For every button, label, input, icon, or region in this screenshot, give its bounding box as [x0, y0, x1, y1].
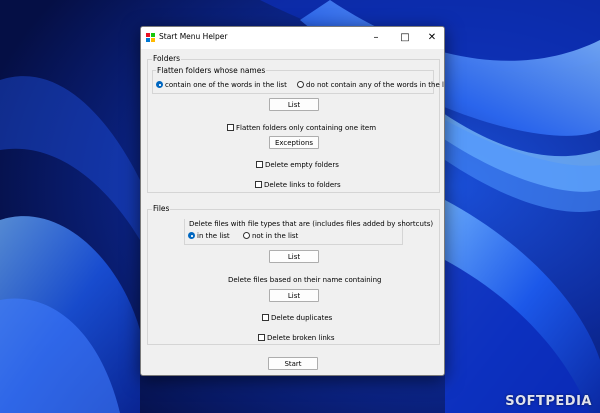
- folders-group: Folders Flatten folders whose names cont…: [147, 54, 444, 193]
- name-list-button[interactable]: List: [269, 289, 319, 302]
- flatten-names-group: Flatten folders whose names contain one …: [152, 66, 444, 94]
- radio-in-list-label: in the list: [197, 232, 230, 240]
- title-bar[interactable]: Start Menu Helper – □ ✕: [141, 27, 444, 49]
- file-types-group: Delete files with file types that are (i…: [184, 219, 433, 245]
- files-group: Files Delete files with file types that …: [147, 204, 440, 345]
- delete-broken-option[interactable]: Delete broken links: [258, 333, 334, 343]
- app-icon: [146, 33, 155, 42]
- radio-not-in-list[interactable]: [243, 232, 250, 239]
- radio-contain[interactable]: [156, 81, 163, 88]
- delete-folder-links-label: Delete links to folders: [264, 181, 341, 189]
- radio-in-list[interactable]: [188, 232, 195, 239]
- flatten-single-checkbox[interactable]: [227, 124, 234, 131]
- window-title: Start Menu Helper: [159, 32, 228, 41]
- radio-not-in-list-label: not in the list: [252, 232, 299, 240]
- delete-broken-checkbox[interactable]: [258, 334, 265, 341]
- file-types-legend: Delete files with file types that are (i…: [189, 220, 434, 228]
- files-list-button[interactable]: List: [269, 250, 319, 263]
- delete-empty-checkbox[interactable]: [256, 161, 263, 168]
- radio-not-contain[interactable]: [297, 81, 304, 88]
- radio-not-in-list-option[interactable]: not in the list: [243, 231, 298, 241]
- start-button[interactable]: Start: [268, 357, 318, 370]
- start-menu-helper-window: Start Menu Helper – □ ✕ Folders Flatten …: [140, 26, 445, 376]
- delete-folder-links-option[interactable]: Delete links to folders: [255, 180, 341, 190]
- flatten-single-label: Flatten folders only containing one item: [236, 124, 377, 132]
- delete-duplicates-checkbox[interactable]: [262, 314, 269, 321]
- flatten-names-legend: Flatten folders whose names: [156, 66, 267, 75]
- radio-not-contain-option[interactable]: do not contain any of the words in the l…: [297, 80, 445, 90]
- delete-duplicates-label: Delete duplicates: [271, 314, 333, 322]
- minimize-icon[interactable]: –: [362, 27, 390, 49]
- maximize-icon[interactable]: □: [391, 27, 419, 49]
- folders-legend: Folders: [152, 54, 182, 63]
- delete-empty-option[interactable]: Delete empty folders: [256, 160, 339, 170]
- flatten-single-option[interactable]: Flatten folders only containing one item: [227, 123, 376, 133]
- close-icon[interactable]: ✕: [418, 27, 444, 49]
- files-legend: Files: [152, 204, 171, 213]
- radio-contain-option[interactable]: contain one of the words in the list: [156, 80, 287, 90]
- radio-contain-label: contain one of the words in the list: [165, 81, 287, 89]
- delete-folder-links-checkbox[interactable]: [255, 181, 262, 188]
- delete-broken-label: Delete broken links: [267, 334, 335, 342]
- exceptions-button[interactable]: Exceptions: [269, 136, 319, 149]
- folders-list-button[interactable]: List: [269, 98, 319, 111]
- name-filter-label: Delete files based on their name contain…: [228, 276, 382, 284]
- delete-empty-label: Delete empty folders: [265, 161, 339, 169]
- radio-in-list-option[interactable]: in the list: [188, 231, 230, 241]
- softpedia-watermark: SOFTPEDIA: [505, 394, 592, 409]
- delete-duplicates-option[interactable]: Delete duplicates: [262, 313, 332, 323]
- radio-not-contain-label: do not contain any of the words in the l…: [306, 81, 445, 89]
